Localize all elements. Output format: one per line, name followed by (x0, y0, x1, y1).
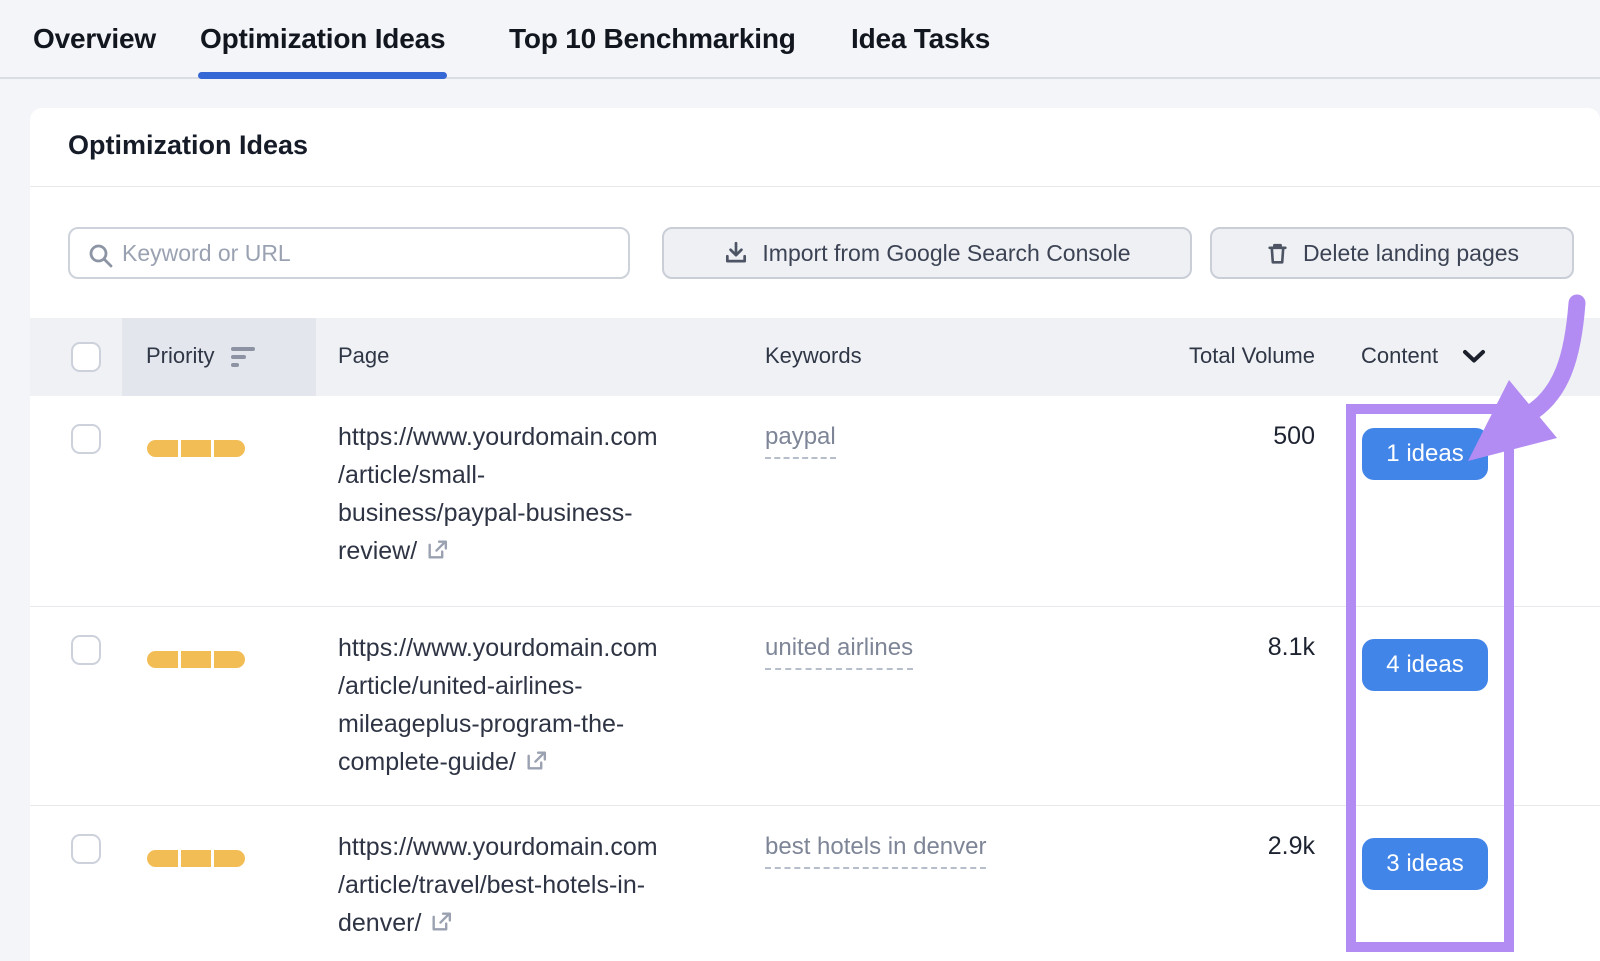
active-tab-underline (198, 72, 447, 79)
row-checkbox[interactable] (71, 635, 101, 665)
sort-descending-icon[interactable] (231, 347, 255, 371)
page-url-line: /article/small- (338, 456, 738, 494)
search-box (68, 227, 630, 279)
keyword-link[interactable]: best hotels in denver (765, 833, 986, 869)
select-all-checkbox[interactable] (71, 342, 101, 372)
page-url-line: denver/ (338, 904, 738, 945)
tab-top-10-benchmarking[interactable]: Top 10 Benchmarking (509, 0, 796, 77)
page-url-line: https://www.yourdomain.com (338, 418, 738, 456)
page-url-line-text: review/ (338, 537, 417, 565)
keyword-link[interactable]: united airlines (765, 634, 913, 670)
keywords-column-header: Keywords (765, 343, 862, 369)
page-url-line: complete-guide/ (338, 743, 738, 784)
page-url: https://www.yourdomain.com /article/unit… (338, 629, 738, 784)
page-url-line: business/paypal-business- (338, 494, 738, 532)
chevron-down-icon[interactable] (1462, 349, 1486, 364)
optimization-ideas-panel: Optimization Ideas Import from Google Se… (30, 108, 1600, 961)
tab-overview-label: Overview (33, 23, 156, 55)
tab-idea-tasks-label: Idea Tasks (851, 23, 990, 55)
ideas-button[interactable]: 1 ideas (1362, 428, 1488, 480)
page-url: https://www.yourdomain.com /article/trav… (338, 828, 738, 945)
trash-icon (1265, 241, 1290, 266)
tab-optimization-ideas-label: Optimization Ideas (200, 23, 445, 55)
page-title: Optimization Ideas (68, 130, 308, 161)
priority-column-header: Priority (146, 343, 214, 369)
delete-landing-pages-button[interactable]: Delete landing pages (1210, 227, 1574, 279)
delete-landing-pages-label: Delete landing pages (1303, 240, 1519, 267)
page-column-header: Page (338, 343, 389, 369)
external-link-icon[interactable] (429, 907, 454, 945)
panel-divider (30, 186, 1600, 187)
priority-indicator (147, 651, 245, 668)
page-url-line: https://www.yourdomain.com (338, 828, 738, 866)
total-volume-value: 8.1k (1268, 633, 1315, 662)
page-url-line: mileageplus-program-the- (338, 705, 738, 743)
tab-optimization-ideas[interactable]: Optimization Ideas (200, 0, 445, 77)
row-checkbox[interactable] (71, 424, 101, 454)
priority-indicator (147, 850, 245, 867)
page-url-line-text: complete-guide/ (338, 748, 516, 776)
page-url-line: review/ (338, 532, 738, 573)
download-icon (723, 240, 749, 266)
keyword-link[interactable]: paypal (765, 423, 836, 459)
page-url-line-text: denver/ (338, 909, 421, 937)
search-input[interactable] (122, 229, 622, 277)
page-url: https://www.yourdomain.com /article/smal… (338, 418, 738, 573)
table-header: Priority Page Keywords Total Volume Cont… (30, 318, 1600, 396)
table-row: https://www.yourdomain.com /article/unit… (30, 606, 1600, 805)
search-icon (87, 242, 115, 270)
external-link-icon[interactable] (524, 746, 549, 784)
table-row: https://www.yourdomain.com /article/trav… (30, 805, 1600, 961)
total-volume-column-header: Total Volume (1189, 343, 1315, 369)
external-link-icon[interactable] (425, 535, 450, 573)
import-gsc-button[interactable]: Import from Google Search Console (662, 227, 1192, 279)
page-url-line: /article/travel/best-hotels-in- (338, 866, 738, 904)
row-checkbox[interactable] (71, 834, 101, 864)
total-volume-value: 2.9k (1268, 832, 1315, 861)
ideas-button[interactable]: 3 ideas (1362, 838, 1488, 890)
ideas-button[interactable]: 4 ideas (1362, 639, 1488, 691)
priority-indicator (147, 440, 245, 457)
total-volume-value: 500 (1273, 422, 1315, 451)
tab-overview[interactable]: Overview (33, 0, 156, 77)
table-row: https://www.yourdomain.com /article/smal… (30, 396, 1600, 606)
import-gsc-label: Import from Google Search Console (762, 240, 1130, 267)
tab-bar: Overview Optimization Ideas Top 10 Bench… (0, 0, 1600, 79)
tab-top-10-benchmarking-label: Top 10 Benchmarking (509, 23, 796, 55)
tab-idea-tasks[interactable]: Idea Tasks (851, 0, 990, 77)
page-url-line: https://www.yourdomain.com (338, 629, 738, 667)
page-url-line: /article/united-airlines- (338, 667, 738, 705)
content-column-header[interactable]: Content (1361, 343, 1438, 369)
